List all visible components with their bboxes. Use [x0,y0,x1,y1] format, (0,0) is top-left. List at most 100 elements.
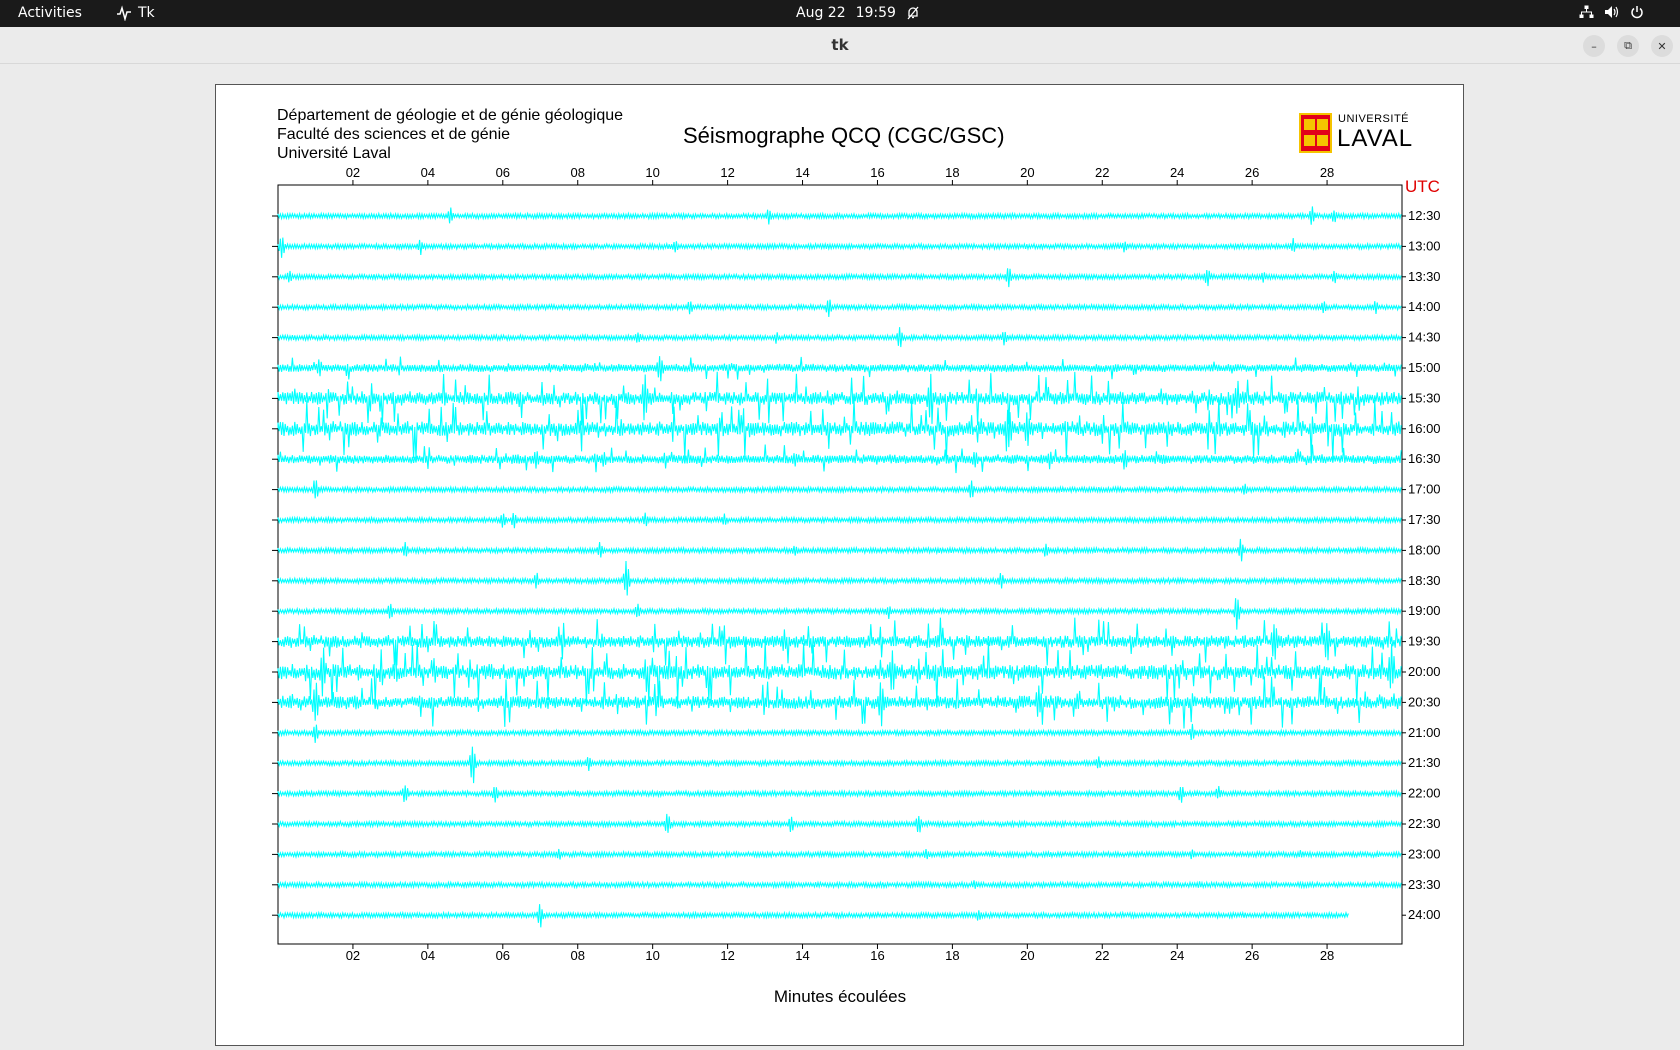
x-tick-label: 02 [346,165,360,180]
x-tick-label: 26 [1245,948,1259,963]
row-time-label: 16:30 [1408,451,1441,466]
activities-button[interactable]: Activities [18,5,82,21]
x-tick-label: 20 [1020,948,1034,963]
seismogram-trace [277,512,1402,529]
x-tick-label: 06 [496,165,510,180]
power-icon [1631,6,1643,19]
minimize-button[interactable]: – [1583,35,1605,57]
x-tick-label: 22 [1095,165,1109,180]
window-titlebar[interactable]: tk – ⧉ ✕ [0,27,1680,64]
x-tick-label: 04 [421,165,435,180]
x-tick-label: 22 [1095,948,1109,963]
x-tick-label: 04 [421,948,435,963]
clock-date: Aug 22 [796,5,846,21]
seismogram-trace [277,785,1402,803]
seismogram-trace [277,904,1349,928]
row-time-label: 15:30 [1408,390,1441,405]
row-time-label: 19:30 [1408,634,1441,649]
seismogram-trace [277,560,1402,596]
seismogram-trace [277,237,1402,258]
seismograph-app-icon [117,5,131,21]
network-icon [1579,5,1594,18]
seismogram-trace [277,268,1402,288]
close-icon: ✕ [1657,39,1667,53]
seismogram-trace [277,880,1402,890]
seismogram-trace [277,848,1402,860]
minimize-icon: – [1591,39,1597,53]
seismogram-trace [277,327,1402,348]
x-tick-label: 24 [1170,948,1184,963]
x-tick-label: 10 [645,948,659,963]
seismogram-trace [277,299,1402,318]
seismogram-trace [277,598,1402,630]
seismogram-plot: 02 04 06 08 10 12 14 16 18 20 22 24 26 28 02 04 06 08 10 1… [272,165,1441,1006]
notifications-off-icon [907,6,919,20]
system-top-bar: Activities Tk Aug 22 19:59 [0,0,1680,27]
row-time-label: 12:30 [1408,208,1441,223]
plot-frame [277,184,1403,945]
row-time-label: 24:00 [1408,907,1441,922]
row-time-label: 23:00 [1408,846,1441,861]
app-menu[interactable]: Tk [116,5,155,21]
system-tray[interactable] [1579,5,1644,19]
x-tick-label: 18 [945,165,959,180]
row-time-label: 22:30 [1408,816,1441,831]
x-tick-label: 24 [1170,165,1184,180]
seismogram-canvas[interactable]: Département de géologie et de génie géol… [215,84,1464,1046]
seismogram-trace [277,356,1402,382]
seismogram-trace [277,444,1402,474]
clock-time: 19:59 [855,5,896,21]
row-time-label: 23:30 [1408,877,1441,892]
bottom-x-axis: 02 04 06 08 10 12 14 16 18 20 22 24 26 28 [346,944,1334,963]
row-time-label: 14:30 [1408,330,1441,345]
seismogram-trace [277,813,1402,833]
row-time-label: 18:00 [1408,542,1441,557]
row-time-label: 15:00 [1408,360,1441,375]
seismogram-trace [277,640,1402,705]
seismogram-trace [277,617,1402,666]
x-axis-label: Minutes écoulées [774,987,906,1006]
maximize-button[interactable]: ⧉ [1617,35,1639,57]
x-tick-label: 12 [720,948,734,963]
seismogram-traces [277,206,1402,928]
x-tick-label: 18 [945,948,959,963]
clock[interactable]: Aug 22 19:59 [796,5,920,21]
row-time-label: 20:30 [1408,694,1441,709]
x-tick-label: 06 [496,948,510,963]
row-time-label: 17:00 [1408,482,1441,497]
x-tick-label: 20 [1020,165,1034,180]
seismogram-trace [277,723,1402,743]
x-tick-label: 14 [795,948,809,963]
x-tick-label: 10 [645,165,659,180]
row-time-label: 21:00 [1408,725,1441,740]
top-x-axis: 02 04 06 08 10 12 14 16 18 20 22 24 26 28 [346,165,1334,185]
utc-row-labels: 12:30 13:00 13:30 14:00 14:30 15:00 15:30 16:00… [272,208,1441,922]
utc-axis-label: UTC [1405,177,1440,196]
row-time-label: 22:00 [1408,786,1441,801]
x-tick-label: 08 [570,948,584,963]
row-time-label: 13:00 [1408,238,1441,253]
close-button[interactable]: ✕ [1651,35,1673,57]
x-tick-label: 12 [720,165,734,180]
x-tick-label: 28 [1320,165,1334,180]
row-time-label: 21:30 [1408,755,1441,770]
seismogram-trace [277,676,1402,729]
row-time-label: 20:00 [1408,664,1441,679]
seismogram-trace [277,746,1402,784]
app-name: Tk [138,5,155,21]
x-tick-label: 26 [1245,165,1259,180]
row-time-label: 19:00 [1408,603,1441,618]
restore-icon: ⧉ [1624,39,1632,52]
row-time-label: 13:30 [1408,269,1441,284]
row-time-label: 18:30 [1408,573,1441,588]
volume-icon [1605,6,1619,18]
x-tick-label: 16 [870,948,884,963]
x-tick-label: 02 [346,948,360,963]
seismogram-trace [277,538,1402,562]
x-tick-label: 08 [570,165,584,180]
seismogram-trace [277,371,1402,426]
x-tick-label: 16 [870,165,884,180]
row-time-label: 16:00 [1408,421,1441,436]
row-time-label: 17:30 [1408,512,1441,527]
window-title: tk [831,36,849,54]
